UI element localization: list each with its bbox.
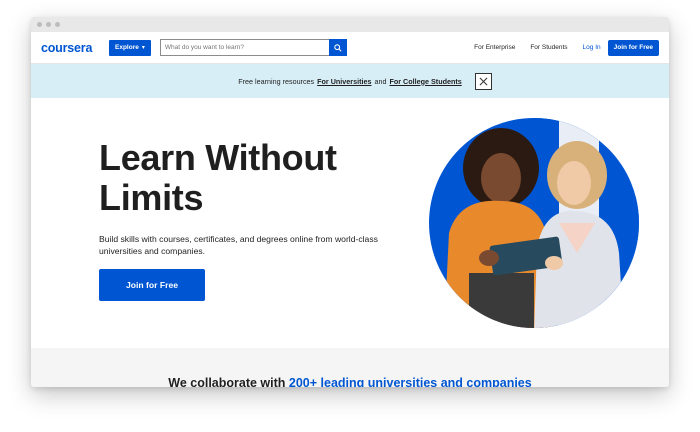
window-maximize-dot[interactable] (55, 22, 60, 27)
banner-close-button[interactable] (475, 73, 492, 90)
hero-title-line-1: Learn Without (99, 137, 337, 178)
explore-button[interactable]: Explore ▾ (109, 39, 151, 56)
coursera-logo[interactable]: coursera (41, 41, 109, 55)
search-icon (334, 43, 342, 52)
chevron-down-icon: ▾ (141, 45, 145, 51)
nav-join-button[interactable]: Join for Free (607, 39, 659, 56)
banner-lead-text: Free learning resources (238, 76, 315, 86)
partners-lead: We collaborate with (168, 376, 286, 387)
window-close-dot[interactable] (37, 22, 42, 27)
for-enterprise-link[interactable]: For Enterprise (474, 44, 515, 51)
partners-section: We collaborate with 200+ leading univers… (31, 348, 669, 387)
hero-image (429, 118, 639, 328)
window-titlebar (31, 17, 669, 32)
window-minimize-dot[interactable] (46, 22, 51, 27)
for-universities-link[interactable]: For Universities (317, 77, 371, 86)
search-bar (159, 39, 347, 56)
partners-highlight-link[interactable]: 200+ leading universities and companies (289, 376, 532, 387)
hero-description: Build skills with courses, certificates,… (99, 234, 378, 256)
hero-join-button[interactable]: Join for Free (99, 269, 205, 301)
for-students-link[interactable]: For Students (530, 44, 567, 51)
search-button[interactable] (328, 39, 347, 56)
top-nav: coursera Explore ▾ For Enterprise For St… (31, 32, 669, 64)
banner-and-text: and (374, 76, 387, 86)
hero-title-line-2: Limits (99, 177, 204, 218)
for-college-students-link[interactable]: For College Students (389, 77, 461, 86)
hero-section: Learn Without Limits Build skills with c… (31, 98, 669, 348)
resources-banner: Free learning resources For Universities… (31, 64, 669, 98)
login-link[interactable]: Log In (583, 44, 601, 51)
close-icon (479, 77, 488, 86)
browser-window: coursera Explore ▾ For Enterprise For St… (31, 17, 669, 387)
explore-label: Explore (115, 44, 139, 51)
nav-right: For Enterprise For Students Log In Join … (474, 39, 659, 56)
partners-title: We collaborate with 200+ leading univers… (168, 376, 531, 387)
hero-title: Learn Without Limits (99, 138, 389, 218)
search-input[interactable] (159, 39, 329, 56)
